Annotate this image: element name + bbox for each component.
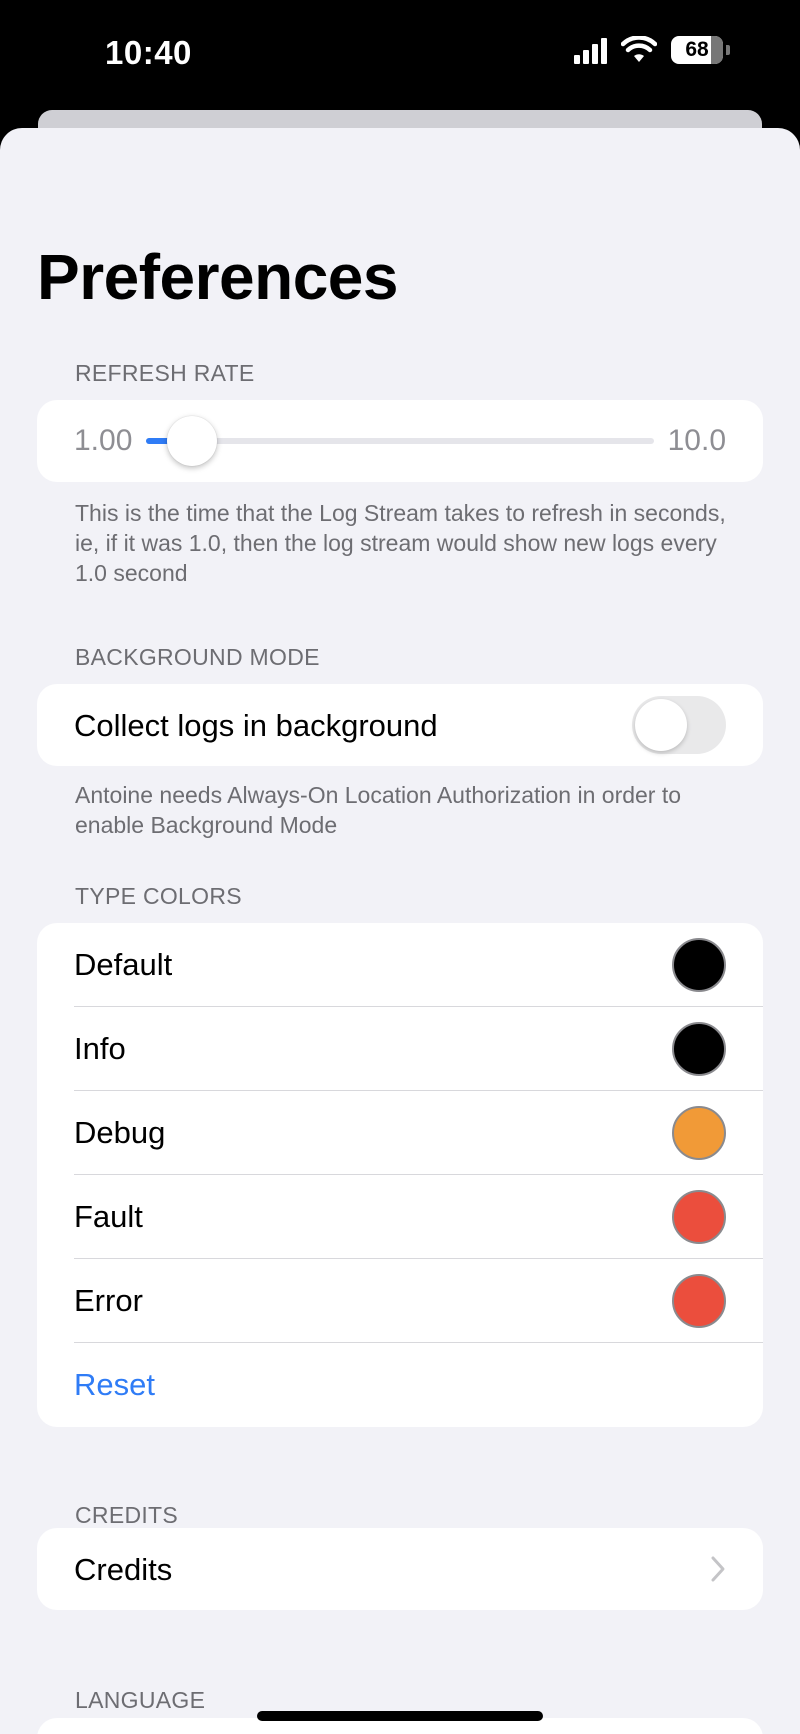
- battery-icon: 68: [671, 36, 723, 64]
- refresh-rate-footer: This is the time that the Log Stream tak…: [75, 500, 726, 586]
- type-colors-header: TYPE COLORS: [75, 883, 242, 909]
- wifi-icon: [621, 36, 657, 62]
- credits-label: Credits: [74, 1552, 173, 1587]
- color-swatch[interactable]: [672, 1106, 726, 1160]
- status-bar: 10:40 68: [0, 0, 800, 110]
- color-label: Fault: [74, 1199, 143, 1234]
- preferences-sheet: Preferences REFRESH RATE 1.00 10.0 This …: [0, 128, 800, 1734]
- type-colors-card: Default Info Debug Fault Error Reset: [37, 923, 763, 1427]
- color-swatch[interactable]: [672, 1022, 726, 1076]
- collect-logs-toggle[interactable]: [632, 696, 726, 754]
- battery-tip: [726, 45, 730, 55]
- background-mode-header: BACKGROUND MODE: [75, 644, 320, 670]
- status-icons: 68: [574, 36, 730, 64]
- credits-row[interactable]: Credits: [37, 1528, 763, 1610]
- credits-header: CREDITS: [75, 1502, 179, 1528]
- color-label: Info: [74, 1031, 126, 1066]
- page-title: Preferences: [37, 241, 398, 313]
- background-mode-card: Collect logs in background: [37, 684, 763, 766]
- color-row-debug[interactable]: Debug: [37, 1091, 763, 1175]
- refresh-rate-card: 1.00 10.0: [37, 400, 763, 482]
- language-header: LANGUAGE: [75, 1687, 206, 1713]
- color-row-default[interactable]: Default: [37, 923, 763, 1007]
- color-label: Default: [74, 947, 173, 982]
- color-row-fault[interactable]: Fault: [37, 1175, 763, 1259]
- home-indicator: [257, 1711, 543, 1721]
- background-mode-footer: Antoine needs Always-On Location Authori…: [75, 782, 682, 838]
- color-label: Error: [74, 1283, 143, 1318]
- refresh-rate-slider[interactable]: [146, 438, 654, 444]
- battery-percentage: 68: [685, 38, 709, 61]
- color-label: Debug: [74, 1115, 166, 1150]
- slider-thumb[interactable]: [167, 416, 217, 466]
- toggle-knob: [635, 699, 687, 751]
- color-swatch[interactable]: [672, 938, 726, 992]
- reset-button[interactable]: Reset: [74, 1367, 155, 1403]
- color-row-info[interactable]: Info: [37, 1007, 763, 1091]
- collect-logs-label: Collect logs in background: [74, 708, 438, 743]
- chevron-right-icon: [711, 1556, 725, 1582]
- slider-min-label: 1.00: [74, 424, 133, 457]
- cellular-signal-icon: [574, 36, 607, 64]
- color-swatch[interactable]: [672, 1274, 726, 1328]
- slider-max-label: 10.0: [667, 424, 726, 457]
- color-swatch[interactable]: [672, 1190, 726, 1244]
- refresh-rate-header: REFRESH RATE: [75, 360, 255, 386]
- color-row-error[interactable]: Error: [37, 1259, 763, 1343]
- status-time: 10:40: [105, 34, 192, 71]
- reset-row: Reset: [37, 1343, 763, 1427]
